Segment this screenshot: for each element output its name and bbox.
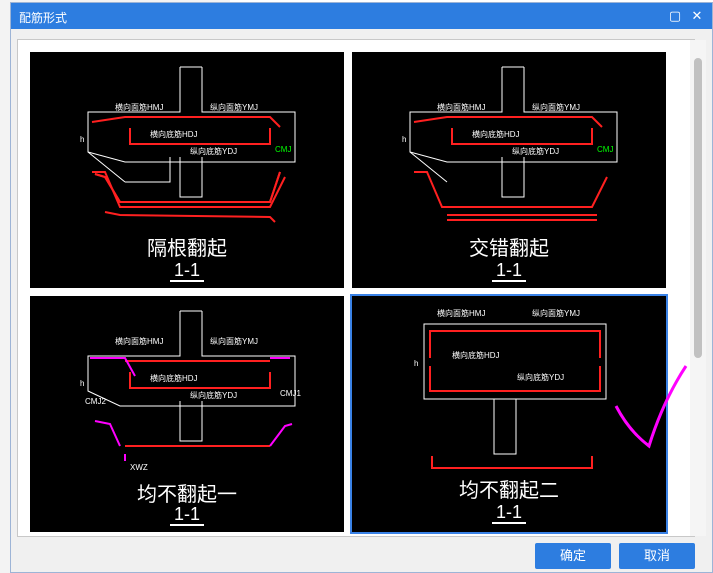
label-h: h <box>402 135 406 144</box>
options-area: 横向面筋HMJ 纵向面筋YMJ 横向底筋HDJ 纵向底筋YDJ CMJ h 隔根… <box>17 39 706 537</box>
label-ydj: 纵向底筋YDJ <box>190 390 237 400</box>
option-name: 均不翻起二 <box>459 480 559 502</box>
label-hdj: 横向底筋HDJ <box>150 129 198 139</box>
label-ymj: 纵向面筋YMJ <box>210 102 258 112</box>
label-hdj: 横向底筋HDJ <box>452 350 500 360</box>
label-ydj: 纵向底筋YDJ <box>190 146 237 156</box>
section-label: 1-1 <box>30 260 344 282</box>
vertical-scrollbar[interactable] <box>690 40 706 536</box>
cancel-button[interactable]: 取消 <box>619 543 695 569</box>
label-hdj: 横向底筋HDJ <box>150 373 198 383</box>
label-cmj: CMJ <box>597 145 613 154</box>
label-h: h <box>80 379 84 388</box>
label-hmj: 横向面筋HMJ <box>115 102 163 112</box>
label-h: h <box>414 359 418 368</box>
option-no-bend-one[interactable]: 横向面筋HMJ 纵向面筋YMJ 横向底筋HDJ 纵向底筋YDJ CMJ1 CMJ… <box>30 296 344 532</box>
label-ydj: 纵向底筋YDJ <box>512 146 559 156</box>
option-staggered-bend[interactable]: 横向面筋HMJ 纵向面筋YMJ 横向底筋HDJ 纵向底筋YDJ CMJ h 交错… <box>352 52 666 288</box>
option-name: 交错翻起 <box>469 238 549 260</box>
section-label: 1-1 <box>352 502 666 524</box>
label-cmj2: CMJ2 <box>85 397 106 406</box>
option-name: 均不翻起一 <box>137 484 237 506</box>
title-bar: 配筋形式 ▢ ✕ <box>11 3 712 29</box>
label-ymj: 纵向面筋YMJ <box>532 102 580 112</box>
label-hdj: 横向底筋HDJ <box>472 129 520 139</box>
label-cmj: CMJ <box>275 145 291 154</box>
label-ymj: 纵向面筋YMJ <box>532 308 580 318</box>
dialog-title: 配筋形式 <box>19 11 68 25</box>
checkmark-annotation-icon <box>614 365 688 449</box>
label-ymj: 纵向面筋YMJ <box>210 336 258 346</box>
label-hmj: 横向面筋HMJ <box>437 102 485 112</box>
label-h: h <box>80 135 84 144</box>
reinforcement-dialog: 配筋形式 ▢ ✕ 横向面筋HMJ 纵向面筋YMJ 横向底筋HDJ 纵向底筋YDJ… <box>10 2 713 573</box>
option-alternate-bend[interactable]: 横向面筋HMJ 纵向面筋YMJ 横向底筋HDJ 纵向底筋YDJ CMJ h 隔根… <box>30 52 344 288</box>
label-hmj: 横向面筋HMJ <box>115 336 163 346</box>
ok-button[interactable]: 确定 <box>535 543 611 569</box>
option-name: 隔根翻起 <box>147 238 227 260</box>
section-label: 1-1 <box>30 504 344 526</box>
scrollbar-thumb[interactable] <box>694 58 702 358</box>
maximize-icon[interactable]: ▢ <box>666 7 684 25</box>
close-icon[interactable]: ✕ <box>688 7 706 25</box>
label-xwz: XWZ <box>130 463 148 472</box>
label-hmj: 横向面筋HMJ <box>437 308 485 318</box>
label-ydj: 纵向底筋YDJ <box>517 372 564 382</box>
label-cmj1: CMJ1 <box>280 389 301 398</box>
section-label: 1-1 <box>352 260 666 282</box>
